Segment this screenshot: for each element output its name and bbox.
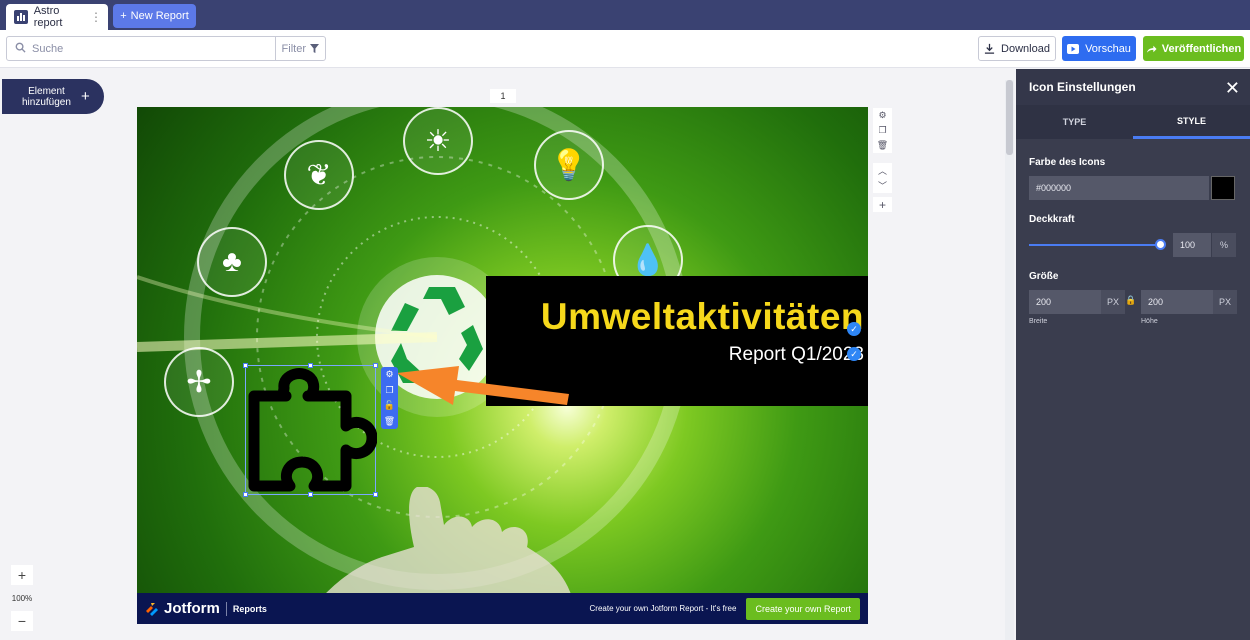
reports-label: Reports <box>232 603 267 614</box>
download-button[interactable]: Download <box>978 36 1056 61</box>
resize-handle[interactable] <box>308 492 313 497</box>
size-label: Größe <box>1029 271 1059 282</box>
icon-color-input[interactable]: #000000 <box>1029 176 1209 200</box>
add-element-label: Element hinzufügen <box>22 85 71 108</box>
preview-label: Vorschau <box>1085 42 1131 55</box>
zoom-in-button[interactable]: + <box>11 565 33 585</box>
opacity-input[interactable]: 100 <box>1173 233 1211 257</box>
tab-menu-icon[interactable]: ⋮ <box>90 10 102 24</box>
width-label: Breite <box>1029 318 1048 325</box>
tab-label: Astro report <box>33 5 63 29</box>
puzzle-piece-icon <box>248 368 378 492</box>
opacity-slider-track[interactable] <box>1029 244 1162 246</box>
zoom-controls: + 100% − <box>10 565 34 631</box>
share-arrow-icon <box>1146 45 1157 53</box>
hand-image <box>322 487 572 597</box>
page-tools: ⚙ ❐ 🗑 ︿ ﹀ + <box>873 108 892 212</box>
gear-icon[interactable]: ⚙ <box>873 108 892 123</box>
search-input[interactable]: Suche Filter <box>6 36 326 61</box>
publish-button[interactable]: Veröffentlichen <box>1143 36 1244 61</box>
publish-label: Veröffentlichen <box>1161 42 1242 55</box>
gear-icon[interactable]: ⚙ <box>385 369 393 380</box>
new-report-button[interactable]: + New Report <box>113 4 196 28</box>
toolbar: Suche Filter Download Vorschau Veröffent… <box>0 30 1250 68</box>
check-badge-icon: ✓ <box>847 322 861 336</box>
report-footer: Jotform Reports Create your own Jotform … <box>137 593 868 624</box>
plus-icon: + <box>80 88 90 105</box>
promo-text: Create your own Jotform Report - It's fr… <box>589 604 737 613</box>
panel-title: Icon Einstellungen <box>1016 69 1250 105</box>
resize-handle[interactable] <box>373 363 378 368</box>
jotform-logo[interactable]: Jotform <box>145 600 220 617</box>
trash-icon[interactable]: 🗑 <box>384 416 395 427</box>
report-logo-icon <box>14 10 28 24</box>
opacity-slider-handle[interactable] <box>1155 239 1166 250</box>
create-report-button[interactable]: Create your own Report <box>746 597 860 620</box>
close-icon[interactable]: ✕ <box>1225 78 1240 99</box>
color-swatch[interactable] <box>1211 176 1235 200</box>
jotform-logo-icon <box>146 602 158 616</box>
new-report-label: New Report <box>130 10 189 22</box>
resize-handle[interactable] <box>243 363 248 368</box>
search-icon <box>15 42 26 56</box>
tab-type[interactable]: TYPE <box>1016 105 1133 139</box>
filter-button[interactable]: Filter <box>274 37 325 60</box>
slide-title[interactable]: Umweltaktivitäten <box>541 296 864 338</box>
filter-icon <box>310 44 319 53</box>
icon-color-label: Farbe des Icons <box>1029 157 1106 168</box>
tree-icon: ♣ <box>197 227 267 297</box>
add-element-button[interactable]: Element hinzufügen + <box>2 79 104 114</box>
preview-button[interactable]: Vorschau <box>1062 36 1136 61</box>
filter-label: Filter <box>281 42 306 55</box>
tab-bar: Astro report ⋮ + New Report <box>0 0 1250 30</box>
element-toolbar: ⚙ ❐ 🔓 🗑 <box>381 367 398 429</box>
width-unit: PX <box>1101 290 1125 314</box>
sun-icon: ☀ <box>403 107 473 175</box>
width-input[interactable]: 200 <box>1029 290 1101 314</box>
check-badge-icon: ✓ <box>847 347 861 361</box>
search-placeholder: Suche <box>32 42 64 55</box>
copy-icon[interactable]: ❐ <box>873 123 892 138</box>
icon-settings-panel: Icon Einstellungen ✕ TYPE STYLE Farbe de… <box>1016 69 1250 640</box>
scroll-thumb[interactable] <box>1006 80 1013 155</box>
opacity-unit: % <box>1212 233 1236 257</box>
play-icon <box>1067 43 1080 54</box>
add-page-icon[interactable]: + <box>873 197 892 212</box>
height-input[interactable]: 200 <box>1141 290 1213 314</box>
selected-icon-element[interactable] <box>243 363 378 497</box>
plus-icon: + <box>120 10 127 22</box>
tab-style[interactable]: STYLE <box>1133 105 1250 139</box>
opacity-label: Deckkraft <box>1029 214 1075 225</box>
divider <box>225 601 227 616</box>
trash-icon[interactable]: 🗑 <box>873 138 892 153</box>
panel-tabs: TYPE STYLE <box>1016 105 1250 139</box>
lightbulb-icon: 💡 <box>534 130 604 200</box>
canvas-scrollbar[interactable] <box>1005 80 1014 640</box>
resize-handle[interactable] <box>308 363 313 368</box>
slide-subtitle[interactable]: Report Q1/2023 <box>729 344 864 366</box>
height-unit: PX <box>1213 290 1237 314</box>
height-label: Höhe <box>1141 318 1158 325</box>
wind-turbine-icon: ✢ <box>164 347 234 417</box>
resize-handle[interactable] <box>243 492 248 497</box>
jotform-brand: Jotform <box>164 600 220 617</box>
copy-icon[interactable]: ❐ <box>385 385 393 396</box>
report-page[interactable]: ☀ ❦ 💡 ♣ 💧 ✢ Umweltaktivitäten Report Q1/… <box>137 107 868 624</box>
chevron-down-icon[interactable]: ﹀ <box>873 178 892 193</box>
lock-icon[interactable]: 🔓 <box>384 400 395 411</box>
leaf-icon: ❦ <box>284 140 354 210</box>
page-number: 1 <box>490 89 516 103</box>
download-icon <box>984 43 995 54</box>
chevron-up-icon[interactable]: ︿ <box>873 163 892 178</box>
download-label: Download <box>1001 42 1050 55</box>
orange-arrow-annotation <box>397 366 569 405</box>
zoom-out-button[interactable]: − <box>11 611 33 631</box>
aspect-lock-icon[interactable]: 🔒 <box>1125 295 1136 306</box>
tab-astro-report[interactable]: Astro report ⋮ <box>6 4 108 30</box>
zoom-level: 100% <box>11 593 33 603</box>
